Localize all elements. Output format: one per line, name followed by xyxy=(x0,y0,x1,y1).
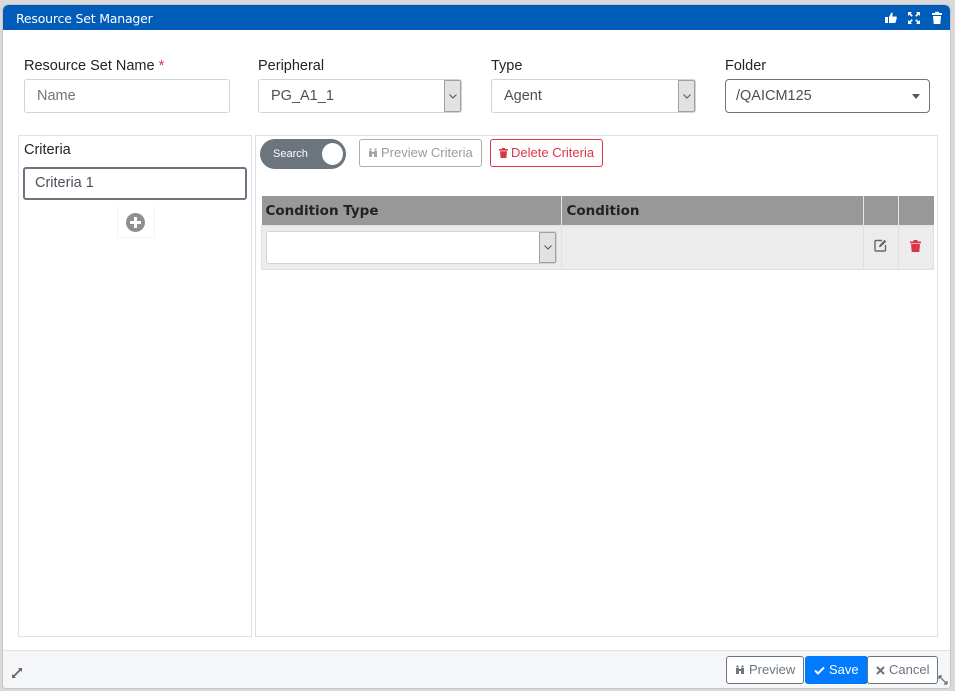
preview-criteria-label: Preview Criteria xyxy=(381,145,473,160)
type-select[interactable]: Agent xyxy=(491,79,696,113)
chevron-down-icon xyxy=(683,94,691,99)
column-header-delete xyxy=(898,196,934,227)
resource-set-name-input[interactable]: Name xyxy=(24,79,230,113)
preview-criteria-button[interactable]: Preview Criteria xyxy=(359,139,482,167)
type-dropdown-button[interactable] xyxy=(678,80,695,112)
column-header-condition-type[interactable]: Condition Type xyxy=(261,196,563,227)
criteria-editor-panel: Search Preview Criteria Delete Criteria … xyxy=(255,135,938,637)
name-placeholder: Name xyxy=(37,88,76,104)
search-toggle-label: Search xyxy=(273,148,308,160)
toggle-knob xyxy=(322,143,343,165)
caret-down-icon xyxy=(912,94,920,99)
binoculars-icon xyxy=(736,665,744,674)
edit-icon[interactable] xyxy=(874,239,887,252)
title-actions xyxy=(884,11,944,25)
save-label: Save xyxy=(829,662,859,677)
column-header-condition[interactable]: Condition xyxy=(561,196,864,227)
type-label: Type xyxy=(491,58,523,74)
condition-type-dropdown-button[interactable] xyxy=(539,232,556,264)
save-button[interactable]: Save xyxy=(805,656,868,684)
criteria-heading: Criteria xyxy=(24,142,71,158)
cancel-button[interactable]: Cancel xyxy=(867,656,939,684)
criteria-list-panel: Criteria Criteria 1 xyxy=(18,135,252,637)
search-toggle[interactable]: Search xyxy=(260,139,346,169)
resource-set-name-label-text: Resource Set Name xyxy=(24,58,155,74)
condition-type-select[interactable] xyxy=(266,231,557,265)
chevron-down-icon xyxy=(544,245,552,250)
edit-cell xyxy=(863,226,899,270)
resource-set-name-label: Resource Set Name * xyxy=(24,58,164,74)
add-criteria-button[interactable] xyxy=(117,206,155,238)
plus-circle-icon xyxy=(126,213,145,232)
folder-select[interactable]: /QAICM125 xyxy=(725,79,930,113)
table-row xyxy=(260,226,935,270)
folder-value: /QAICM125 xyxy=(736,88,812,104)
expand-arrows-icon[interactable] xyxy=(11,667,23,679)
folder-label: Folder xyxy=(725,58,767,74)
conditions-table: Condition Type Condition xyxy=(260,196,935,270)
preview-label: Preview xyxy=(749,662,796,677)
cancel-label: Cancel xyxy=(889,662,930,677)
peripheral-dropdown-button[interactable] xyxy=(444,80,461,112)
resize-handle-icon[interactable] xyxy=(937,674,949,686)
peripheral-select[interactable]: PG_A1_1 xyxy=(258,79,462,113)
criteria-list-item[interactable]: Criteria 1 xyxy=(23,167,247,200)
dialog-title: Resource Set Manager xyxy=(16,11,153,26)
preview-button[interactable]: Preview xyxy=(726,656,805,684)
trash-icon[interactable] xyxy=(930,11,944,25)
binoculars-icon xyxy=(369,148,377,157)
column-header-edit xyxy=(863,196,899,227)
thumbs-up-icon[interactable] xyxy=(884,11,898,25)
delete-criteria-button[interactable]: Delete Criteria xyxy=(490,139,604,167)
fullscreen-icon[interactable] xyxy=(907,11,921,25)
condition-cell xyxy=(561,226,864,270)
delete-cell xyxy=(898,226,935,270)
resource-set-manager-dialog: Resource Set Manager Resource Set Name * xyxy=(2,4,951,689)
chevron-down-icon xyxy=(449,94,457,99)
table-header-row: Condition Type Condition xyxy=(261,196,934,227)
title-bar[interactable]: Resource Set Manager xyxy=(3,5,950,30)
condition-type-cell xyxy=(260,226,563,270)
peripheral-value: PG_A1_1 xyxy=(271,88,334,104)
close-icon xyxy=(876,666,885,675)
type-value: Agent xyxy=(504,88,542,104)
peripheral-label: Peripheral xyxy=(258,58,325,74)
trash-icon[interactable] xyxy=(910,239,922,252)
check-icon xyxy=(814,666,825,675)
trash-icon xyxy=(499,148,508,158)
dialog-footer: Preview Save Cancel xyxy=(3,650,950,688)
delete-criteria-label: Delete Criteria xyxy=(511,145,595,160)
required-marker: * xyxy=(158,58,165,74)
